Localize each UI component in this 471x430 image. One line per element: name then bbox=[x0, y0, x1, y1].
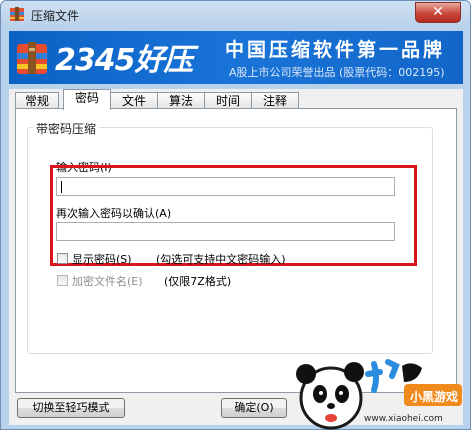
haozip-logo-icon bbox=[17, 42, 47, 74]
tab-label: 注释 bbox=[262, 94, 287, 108]
button-label: 切换至轻巧模式 bbox=[32, 401, 110, 414]
switch-light-mode-button[interactable]: 切换至轻巧模式 bbox=[17, 398, 125, 418]
encrypt-filenames-label[interactable]: 加密文件名(E) bbox=[72, 273, 143, 289]
password-tab-content: 带密码压缩 输入密码(I) 再次输入密码以确认(A) 显示密码(S) (勾选可支… bbox=[15, 108, 457, 393]
tab-label: 密码 bbox=[74, 91, 99, 105]
title-bar[interactable]: 压缩文件 ✕ bbox=[1, 1, 470, 28]
password-group-label: 带密码压缩 bbox=[33, 120, 100, 137]
window-title: 压缩文件 bbox=[31, 9, 80, 23]
tab-general[interactable]: 常规 bbox=[15, 92, 59, 109]
encrypt-filenames-hint: (仅限7Z格式) bbox=[164, 275, 232, 288]
show-password-hint: (勾选可支持中文密码输入) bbox=[156, 253, 286, 266]
archive-app-icon bbox=[10, 7, 24, 21]
tab-time[interactable]: 时间 bbox=[204, 92, 252, 109]
brand-subslogan: A股上市公司荣誉出品 (股票代码：002195) bbox=[229, 66, 445, 79]
tab-files[interactable]: 文件 bbox=[110, 92, 158, 109]
tab-comment[interactable]: 注释 bbox=[251, 92, 299, 109]
close-icon: ✕ bbox=[432, 4, 444, 20]
brand-logo-text: 2345好压 bbox=[55, 43, 193, 78]
tab-label: 时间 bbox=[215, 94, 240, 108]
tab-label: 算法 bbox=[168, 94, 193, 108]
tab-algorithm[interactable]: 算法 bbox=[157, 92, 205, 109]
show-password-label[interactable]: 显示密码(S) bbox=[72, 251, 132, 267]
watermark-url: www.xiaohei.com bbox=[364, 414, 443, 424]
tab-label: 常规 bbox=[24, 94, 49, 108]
close-button[interactable]: ✕ bbox=[415, 2, 461, 23]
brand-slogan: 中国压缩软件第一品牌 bbox=[225, 39, 446, 61]
watermark-brand-text: 小黑游戏 bbox=[410, 390, 459, 404]
brand-banner: 2345好压 中国压缩软件第一品牌 A股上市公司荣誉出品 (股票代码：00219… bbox=[9, 31, 463, 84]
tab-label: 文件 bbox=[121, 94, 146, 108]
button-label: 确定(O) bbox=[234, 401, 274, 414]
encrypt-filenames-checkbox[interactable] bbox=[57, 275, 68, 286]
show-password-checkbox[interactable] bbox=[57, 253, 68, 264]
tab-password[interactable]: 密码 bbox=[63, 89, 111, 110]
